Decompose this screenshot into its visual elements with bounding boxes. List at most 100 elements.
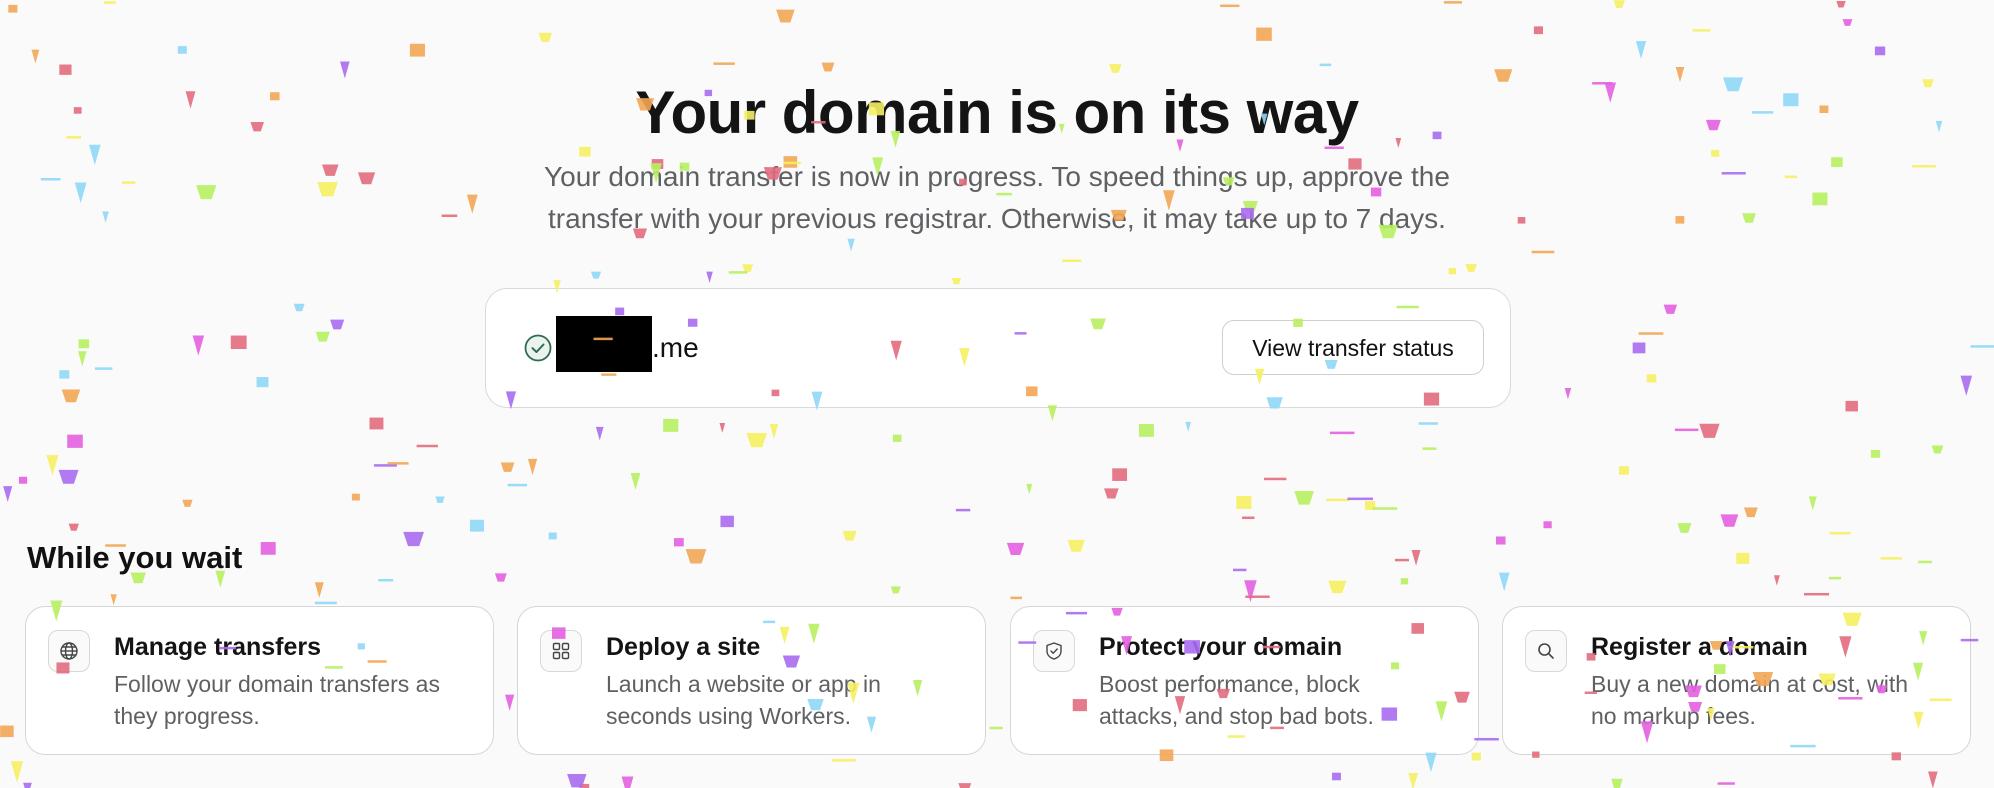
card-title: Manage transfers <box>114 633 322 661</box>
register-domain-card[interactable]: Register a domain Buy a new domain at co… <box>1502 606 1971 755</box>
confetti-piece <box>955 508 971 512</box>
confetti-piece <box>1010 596 1023 600</box>
confetti-piece <box>314 601 337 605</box>
confetti-piece <box>847 238 855 252</box>
confetti-piece <box>378 578 394 582</box>
confetti-piece <box>746 432 767 448</box>
confetti-piece <box>18 476 28 484</box>
confetti-piece <box>720 515 734 528</box>
confetti-piece <box>1720 514 1739 527</box>
confetti-piece <box>713 62 735 65</box>
confetti-piece <box>1408 772 1418 788</box>
confetti-piece <box>1804 592 1830 596</box>
shield-icon <box>1046 642 1062 660</box>
confetti-piece <box>1677 523 1692 533</box>
confetti-piece <box>78 339 90 349</box>
confetti-piece <box>1443 1 1463 4</box>
confetti-piece <box>1394 558 1409 562</box>
confetti-piece <box>357 172 376 185</box>
confetti-piece <box>1743 507 1758 518</box>
confetti-piece <box>842 530 857 541</box>
page-subtitle: Your domain transfer is now in progress.… <box>544 161 1450 234</box>
confetti-piece <box>579 783 590 788</box>
confetti-piece <box>1328 580 1347 594</box>
confetti-piece <box>1326 498 1350 502</box>
confetti-piece <box>1663 304 1678 314</box>
deploy-site-card[interactable]: Deploy a site Launch a website or app in… <box>517 606 986 755</box>
confetti-piece <box>1400 578 1409 585</box>
confetti-piece <box>1721 172 1746 175</box>
confetti-piece <box>1220 4 1240 8</box>
card-title: Register a domain <box>1591 633 1808 661</box>
card-description: Boost performance, block attacks, and st… <box>1099 671 1374 729</box>
confetti-piece <box>416 444 438 448</box>
confetti-piece <box>500 462 515 472</box>
confetti-piece <box>1912 164 1936 168</box>
confetti-piece <box>1112 468 1128 481</box>
confetti-piece <box>1638 332 1664 335</box>
confetti-piece <box>102 211 109 223</box>
confetti-piece <box>673 538 684 547</box>
confetti-piece <box>192 335 205 356</box>
confetti-piece <box>892 434 902 442</box>
confetti-piece <box>369 417 384 430</box>
confetti-piece <box>1970 345 1994 348</box>
confetti-piece <box>505 694 515 711</box>
confetti-piece <box>1812 192 1828 206</box>
protect-domain-card[interactable]: Protect your domain Boost performance, b… <box>1010 606 1479 755</box>
confetti-piece <box>1829 531 1851 535</box>
confetti-piece <box>322 164 339 176</box>
confetti-piece <box>1418 422 1438 425</box>
confetti-piece <box>1635 41 1647 59</box>
confetti-piece <box>769 424 779 439</box>
view-transfer-status-button[interactable]: View transfer status <box>1222 320 1484 375</box>
confetti-piece <box>1347 497 1374 501</box>
confetti-piece <box>104 1 116 4</box>
card-description: Follow your domain transfers as they pro… <box>114 671 440 729</box>
confetti-piece <box>403 531 424 547</box>
confetti-piece <box>435 496 445 503</box>
confetti-piece <box>1618 466 1629 475</box>
confetti-piece <box>595 426 604 441</box>
check-circle-icon <box>524 334 552 362</box>
confetti-piece <box>1880 557 1902 560</box>
confetti-piece <box>1918 560 1932 564</box>
confetti-piece <box>1842 19 1853 26</box>
confetti-piece <box>1736 552 1750 564</box>
confetti-piece <box>1330 431 1355 435</box>
domain-name-redacted <box>556 316 652 372</box>
confetti-piece <box>293 303 305 312</box>
manage-transfers-card[interactable]: Manage transfers Follow your domain tran… <box>25 606 494 755</box>
confetti-piece <box>1062 259 1082 262</box>
confetti-piece <box>89 144 101 166</box>
confetti-piece <box>728 271 748 274</box>
confetti-piece <box>317 182 338 197</box>
confetti-piece <box>351 493 360 501</box>
confetti-piece <box>1448 268 1457 275</box>
confetti-piece <box>256 377 269 388</box>
confetti-piece <box>1533 26 1544 35</box>
confetti-piece <box>78 351 87 367</box>
confetti-piece <box>1425 752 1437 773</box>
confetti-piece <box>831 759 856 762</box>
confetti-piece <box>719 422 726 433</box>
confetti-piece <box>1828 576 1842 580</box>
card-title: Deploy a site <box>606 633 761 661</box>
confetti-piece <box>1372 507 1398 510</box>
confetti-piece <box>494 573 507 582</box>
confetti-piece <box>1960 375 1973 396</box>
confetti-piece <box>1517 217 1526 224</box>
confetti-piece <box>1496 536 1506 545</box>
confetti-piece <box>8 4 18 13</box>
confetti-piece <box>1845 400 1858 412</box>
confetti-piece <box>1773 575 1780 586</box>
confetti-piece <box>685 549 707 564</box>
confetti-piece <box>1331 772 1341 781</box>
confetti-piece <box>1465 263 1477 272</box>
confetti-piece <box>40 177 61 181</box>
confetti-piece <box>1109 64 1122 73</box>
confetti-piece <box>1674 428 1699 432</box>
confetti-piece <box>94 367 113 370</box>
confetti-piece <box>706 271 713 283</box>
confetti-piece <box>1874 46 1886 56</box>
